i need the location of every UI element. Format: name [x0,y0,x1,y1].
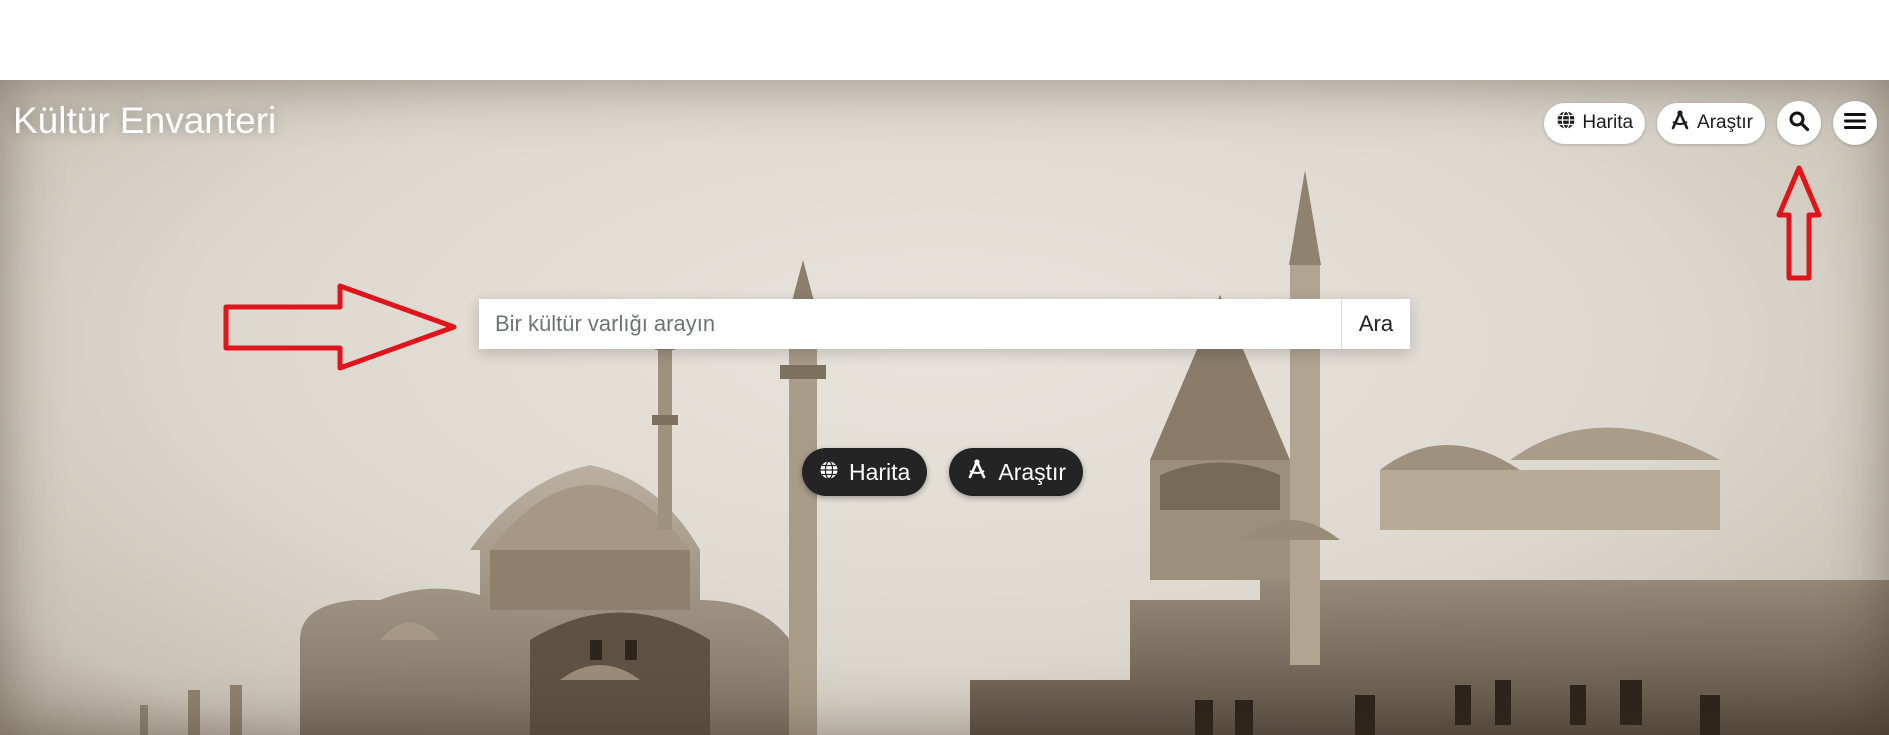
nav-explore-label: Araştır [1697,112,1753,133]
search-form: Ara [479,299,1410,349]
hero-explore-label: Araştır [998,458,1067,485]
search-submit-button[interactable]: Ara [1341,299,1410,349]
search-toggle-button[interactable] [1777,101,1821,145]
hero-explore-button[interactable]: Araştır [949,448,1084,496]
hamburger-menu-icon [1843,111,1867,136]
compass-drafting-icon [966,458,988,486]
hero-map-label: Harita [849,458,911,485]
globe-icon [1556,110,1576,136]
search-icon [1788,110,1810,137]
top-navigation: Harita Araştır [1544,101,1877,145]
menu-button[interactable] [1833,101,1877,145]
hero-map-button[interactable]: Harita [802,448,928,496]
top-blank-area [0,0,1889,80]
nav-explore-button[interactable]: Araştır [1657,102,1765,144]
globe-icon [819,459,839,486]
nav-map-label: Harita [1582,112,1634,133]
nav-map-button[interactable]: Harita [1544,102,1646,144]
hero-section: Kültür Envanteri Harita Araştır Bir kült… [0,80,1889,735]
hero-actions: Harita Araştır [802,448,1084,496]
site-logo-title[interactable]: Kültür Envanteri [13,100,276,142]
search-input[interactable] [479,299,1341,349]
hero-background-photo [140,170,1889,735]
compass-drafting-icon [1669,109,1691,137]
